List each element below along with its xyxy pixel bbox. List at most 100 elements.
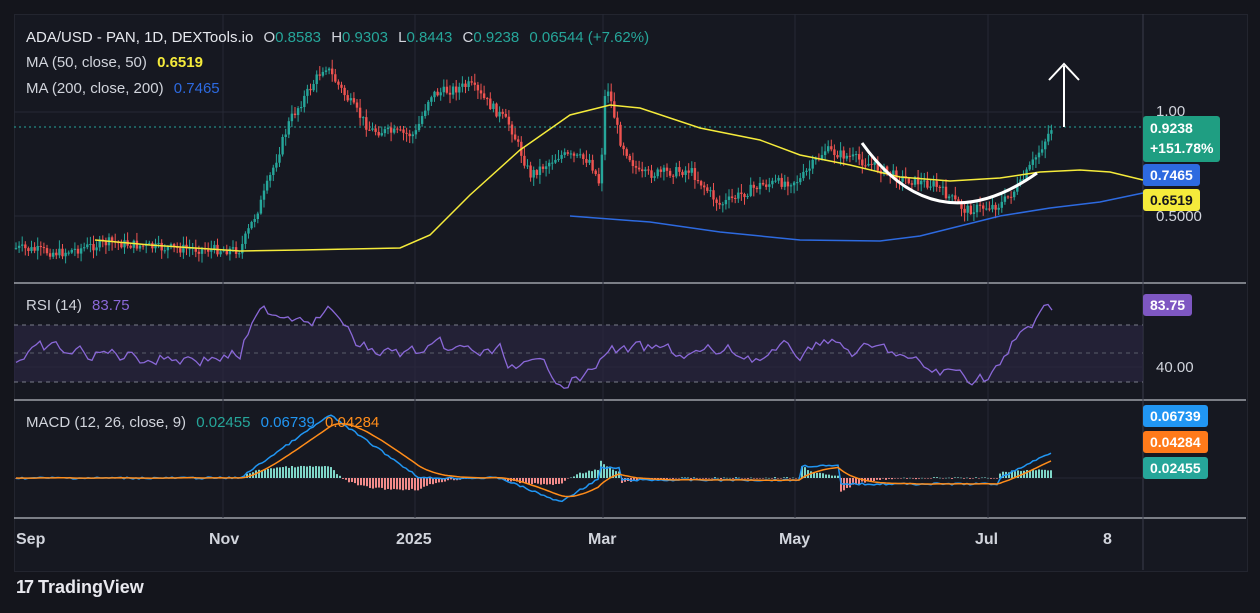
candle-body [433,91,436,98]
candle-body [334,74,337,82]
macd-histogram-bar [297,466,299,478]
candle-body [724,199,728,205]
candle-body [597,174,600,184]
candle-body [1028,164,1031,170]
candle-body [129,245,132,248]
macd-histogram-bar [408,478,410,491]
candle-body [622,145,625,150]
candle-body [699,181,703,186]
macd-histogram-bar [777,478,779,479]
macd-histogram-bar [603,464,605,478]
candle-body [303,95,306,108]
candle-body [420,116,424,124]
tradingview-logo[interactable]: 17 TradingView [16,577,144,598]
candle-body [1034,157,1038,160]
macd-histogram-bar [765,477,767,479]
candle-body [681,171,684,175]
candle-body [730,196,734,198]
candle-body [1000,201,1003,208]
macd-histogram-bar [795,478,797,479]
candle-body [585,158,588,163]
candle-body [740,192,743,194]
x-tick-nov: Nov [209,531,240,548]
macd-histogram-bar [741,478,743,479]
macd-histogram-bar [972,478,974,479]
candle-body [393,128,396,133]
macd-histogram-bar [738,477,740,479]
candle-body [634,166,638,168]
macd-histogram-bar [315,466,317,478]
candle-body [721,204,724,206]
candle-body [715,199,718,203]
candle-body [780,177,783,187]
candle-body [594,170,597,175]
macd-histogram-bar [660,478,662,479]
candle-body [858,154,861,160]
macd-histogram-bar [729,477,731,479]
candle-body [197,251,201,254]
candle-body [321,71,325,76]
candle-body [870,163,873,165]
candle-body [982,205,985,209]
candle-body [830,146,833,150]
candle-body [758,182,762,190]
candle-body [1009,196,1013,198]
macd-histogram-bar [303,466,305,478]
candle-body [417,123,421,131]
candle-body [1037,152,1041,158]
signal-tag: 0.04284 [1143,431,1208,453]
macd-histogram-bar [396,478,398,490]
macd-histogram-bar [378,478,380,488]
candle-body [712,190,715,200]
candle-body [61,248,64,257]
candle-body [774,180,777,182]
candle-body [523,155,526,166]
macd-histogram-bar [714,477,716,478]
macd-histogram-bar [909,477,911,479]
candle-body [275,162,278,168]
candle-body [765,184,768,187]
candle-body [606,91,610,97]
candle-body [166,246,170,251]
macd-histogram-bar [822,473,824,478]
symbol-legend: ADA/USD - PAN, 1D, DEXTools.io O0.8583 H… [26,29,655,46]
candle-body [792,182,796,186]
macd-label: MACD (12, 26, close, 9) [26,414,187,431]
candle-body [752,184,755,188]
candle-body [560,154,563,159]
candle-body [365,117,368,130]
candle-body [972,212,976,214]
candle-body [42,247,46,249]
macd-histogram-bar [381,478,383,488]
candle-body [532,170,535,178]
candle-body [48,253,52,257]
macd-histogram-bar [759,478,761,479]
candle-body [281,137,284,155]
macd-histogram-bar [384,478,386,490]
macd-histogram-bar [963,478,965,479]
candle-body [526,165,529,167]
candle-body [383,129,387,134]
candle-body [337,81,340,85]
macd-tag: 0.06739 [1143,405,1208,427]
macd-histogram-bar [876,478,878,480]
candle-body [851,154,855,157]
macd-histogram-bar [558,478,560,484]
macd-histogram-bar [537,478,539,484]
macd-histogram-bar [273,468,275,478]
macd-histogram-bar [984,477,986,478]
candle-body [1050,130,1053,134]
open-label: O [263,29,276,46]
macd-histogram-bar [768,477,770,479]
macd-histogram-bar [888,478,890,479]
macd-histogram-bar [1044,469,1046,478]
candle-body [157,242,160,244]
macd-histogram-bar [309,465,311,478]
macd-histogram-bar [816,472,818,478]
candle-body [287,121,290,135]
macd-histogram-bar [411,478,413,489]
candle-body [662,167,666,172]
candle-body [616,117,619,125]
candle-body [944,186,948,199]
macd-histogram-bar [981,477,983,479]
